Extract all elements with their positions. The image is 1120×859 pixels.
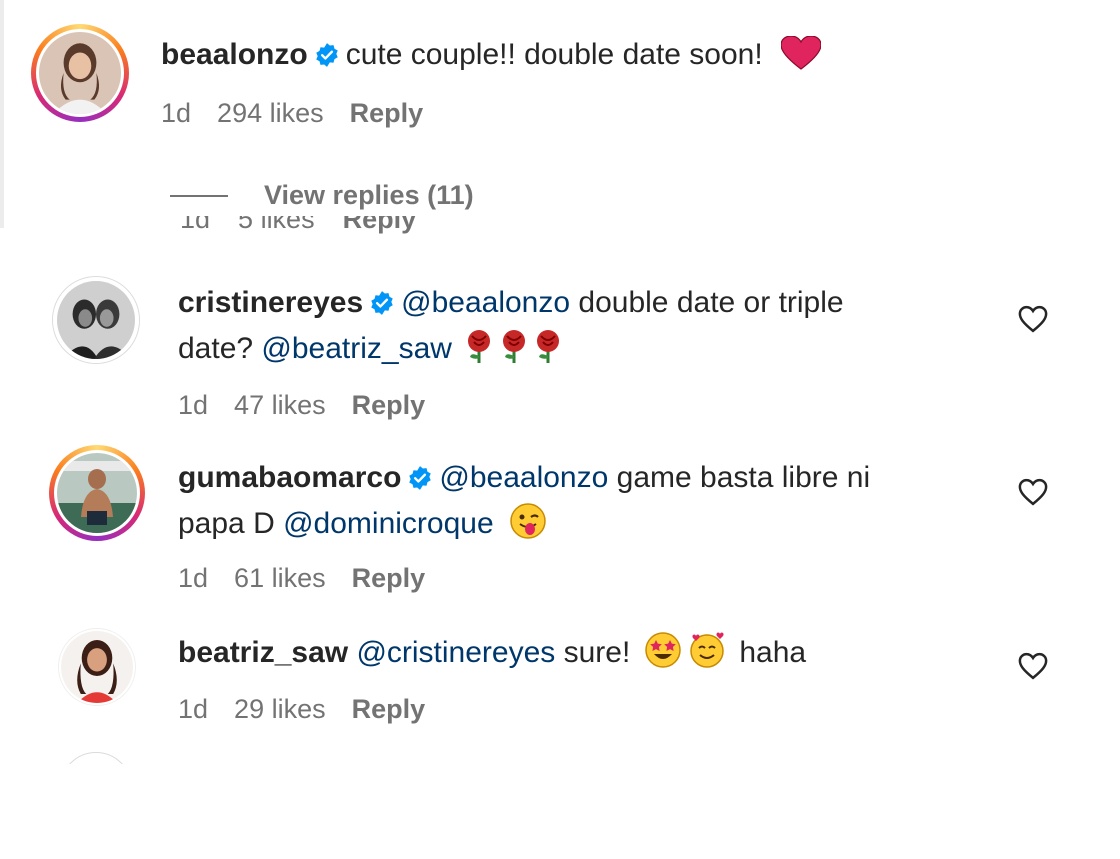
comment-text: gumabaomarco @beaalonzo game basta libre …: [178, 455, 978, 547]
comment-meta: 1d 294 likes Reply: [161, 98, 449, 129]
timestamp: 1d: [161, 98, 192, 128]
like-count[interactable]: 29 likes: [234, 694, 326, 724]
comment-text: beatriz_saw @cristinereyes sure! haha: [178, 630, 806, 676]
username[interactable]: gumabaomarco: [178, 461, 401, 494]
comment-body: cute couple!! double date soon!: [345, 38, 763, 71]
reply-button[interactable]: Reply: [350, 98, 424, 128]
reply-button[interactable]: Reply: [352, 563, 426, 593]
timestamp: 1d: [180, 216, 211, 234]
comment-text: beaalonzo cute couple!! double date soon!: [161, 32, 822, 78]
comment-body-cont: papa D: [178, 507, 275, 540]
mention-link[interactable]: @beatriz_saw: [261, 332, 452, 365]
username[interactable]: beaalonzo: [161, 38, 308, 71]
rose-icon: [537, 330, 559, 363]
mention-link[interactable]: @cristinereyes: [356, 636, 555, 669]
rose-emoji-icons: [466, 330, 561, 365]
like-count[interactable]: 294 likes: [217, 98, 324, 128]
rose-icon: [502, 330, 525, 363]
comment-meta: 1d 47 likes Reply: [178, 390, 451, 421]
reply-button[interactable]: Reply: [352, 390, 426, 420]
reply-button[interactable]: Reply: [352, 694, 426, 724]
mention-link[interactable]: @dominicroque: [283, 507, 494, 540]
like-heart-icon[interactable]: [1018, 478, 1048, 506]
username[interactable]: beatriz_saw: [178, 636, 348, 669]
timestamp: 1d: [178, 390, 209, 420]
timestamp: 1d: [178, 694, 209, 724]
comment-body: double date or triple: [578, 286, 844, 319]
rose-icon: [468, 330, 491, 363]
avatar[interactable]: [58, 628, 136, 706]
comment-body-cont: date?: [178, 332, 254, 365]
timestamp: 1d: [178, 563, 209, 593]
like-heart-icon[interactable]: [1018, 305, 1048, 333]
mention-link[interactable]: @beaalonzo: [439, 461, 608, 494]
profile-photo-icon: [57, 281, 135, 359]
verified-badge-icon: [371, 291, 393, 315]
comment-body-cont: haha: [739, 636, 807, 669]
username[interactable]: cristinereyes: [178, 286, 363, 319]
avatar[interactable]: [49, 445, 145, 541]
view-replies-button[interactable]: View replies (11): [170, 180, 474, 211]
comment-meta: 1d 29 likes Reply: [178, 694, 451, 725]
like-count[interactable]: 47 likes: [234, 390, 326, 420]
clipped-comment-meta: 1d 5 likes Reply: [180, 216, 416, 242]
profile-photo-icon: [57, 453, 137, 533]
like-count: 5 likes: [238, 216, 315, 234]
comment-meta: 1d 61 likes Reply: [178, 563, 451, 594]
view-replies-label: View replies (11): [264, 180, 474, 210]
red-heart-icon: [781, 36, 822, 70]
profile-photo-icon: [39, 32, 121, 114]
hearts-face-icon: [690, 632, 724, 668]
panel-border: [0, 0, 4, 228]
comment-body: sure!: [563, 636, 631, 669]
avatar[interactable]: [31, 24, 129, 122]
comments-panel: beaalonzo cute couple!! double date soon!…: [0, 0, 1120, 859]
like-count[interactable]: 61 likes: [234, 563, 326, 593]
reply-button[interactable]: Reply: [343, 216, 417, 234]
mention-link[interactable]: @beaalonzo: [401, 286, 570, 319]
avatar[interactable]: [52, 276, 140, 364]
comment-body: game basta libre ni: [616, 461, 871, 494]
winking-tongue-face-icon: [510, 503, 546, 539]
divider-line: [170, 194, 228, 197]
profile-photo-icon: [61, 631, 133, 703]
verified-badge-icon: [315, 43, 338, 67]
verified-badge-icon: [409, 466, 432, 490]
comment-text: cristinereyes @beaalonzo double date or t…: [178, 280, 958, 372]
star-eyes-face-icon: [644, 632, 681, 668]
like-heart-icon[interactable]: [1018, 652, 1048, 680]
next-comment-avatar: [60, 752, 132, 764]
